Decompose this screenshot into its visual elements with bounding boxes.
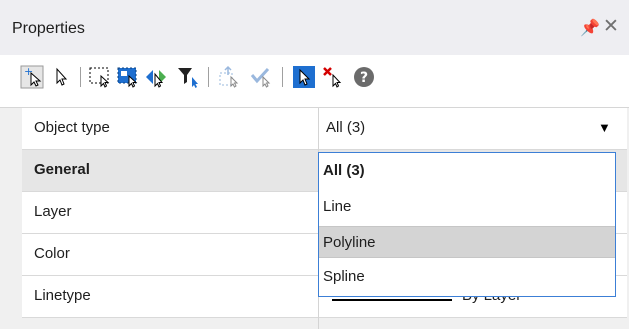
option-label: Polyline xyxy=(323,234,376,251)
select-pointer-icon[interactable] xyxy=(50,65,74,89)
filter-selection-icon[interactable] xyxy=(176,65,200,89)
accept-selection-icon[interactable] xyxy=(250,65,274,89)
dropdown-option-polyline[interactable]: Polyline xyxy=(319,226,615,258)
clear-selection-icon[interactable] xyxy=(322,65,346,89)
add-to-selection-icon[interactable]: + xyxy=(20,65,44,89)
help-icon[interactable]: ? xyxy=(352,65,376,89)
option-label: Line xyxy=(323,198,351,215)
chevron-down-icon[interactable]: ▼ xyxy=(598,120,611,135)
pick-mode-icon[interactable] xyxy=(292,65,316,89)
property-label: Color xyxy=(34,245,70,262)
linetype-preview xyxy=(332,299,452,301)
property-label: Layer xyxy=(34,203,72,220)
toggle-selection-icon[interactable] xyxy=(144,65,168,89)
option-label: All (3) xyxy=(323,162,365,179)
svg-text:?: ? xyxy=(360,70,368,86)
window-selection-icon[interactable] xyxy=(88,65,112,89)
crossing-selection-icon[interactable] xyxy=(116,65,140,89)
close-icon[interactable]: ✕ xyxy=(603,15,619,38)
object-type-dropdown: All (3) Line Polyline Spline xyxy=(318,152,616,297)
dropdown-option-spline[interactable]: Spline xyxy=(319,261,615,293)
object-type-value[interactable]: All (3) xyxy=(326,119,365,136)
dropdown-option-line[interactable]: Line xyxy=(319,191,615,223)
move-selection-icon[interactable] xyxy=(218,65,242,89)
toolbar-separator xyxy=(80,67,81,87)
pin-icon[interactable]: 📌 xyxy=(580,18,600,38)
properties-panel: Properties 📌 ✕ + xyxy=(0,0,629,329)
toolbar-separator xyxy=(282,67,283,87)
property-label: Object type xyxy=(34,119,110,136)
selection-toolbar: + xyxy=(0,55,629,108)
panel-titlebar[interactable]: Properties 📌 ✕ xyxy=(0,0,629,55)
category-label: General xyxy=(34,161,90,178)
dropdown-option-all[interactable]: All (3) xyxy=(319,155,615,187)
option-label: Spline xyxy=(323,268,365,285)
toolbar-separator xyxy=(208,67,209,87)
panel-title: Properties xyxy=(12,20,85,38)
row-object-type[interactable]: Object type All (3) ▼ xyxy=(22,108,627,150)
property-label: Linetype xyxy=(34,287,91,304)
